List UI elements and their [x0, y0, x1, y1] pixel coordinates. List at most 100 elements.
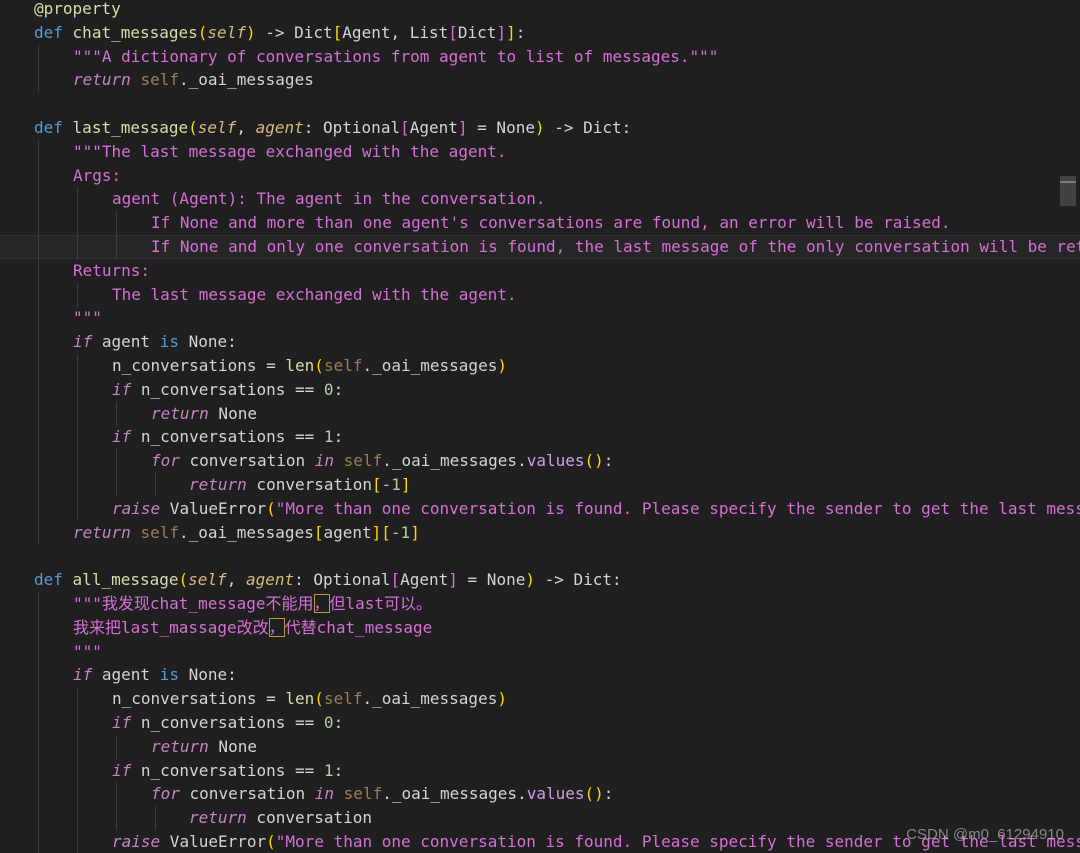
code-token: def	[34, 570, 63, 590]
code-line[interactable]: raise ValueError("More than one conversa…	[0, 496, 1080, 521]
code-token: ]	[448, 570, 458, 590]
code-line[interactable]: if n_conversations == 0:	[0, 711, 1080, 735]
code-token: :	[333, 713, 344, 732]
code-token: self	[140, 522, 179, 542]
indent-guide	[38, 687, 39, 712]
code-token: in	[314, 451, 335, 471]
code-line[interactable]: If None and more than one agent's conver…	[0, 211, 1080, 236]
indent-guide	[116, 236, 117, 260]
code-line[interactable]: for conversation in self._oai_messages.v…	[0, 782, 1080, 807]
code-token: -> Dict:	[534, 570, 622, 590]
code-line[interactable]	[0, 92, 1080, 116]
code-line[interactable]: return conversation[-1]	[0, 473, 1080, 497]
code-token: ，	[313, 594, 330, 613]
code-line[interactable]: if n_conversations == 0:	[0, 377, 1080, 402]
code-token: ,	[236, 118, 256, 137]
code-text: return None	[151, 402, 257, 426]
code-token: values	[526, 784, 585, 804]
code-token: ()	[584, 451, 604, 471]
code-line[interactable]: n_conversations = len(self._oai_messages…	[0, 687, 1080, 712]
indent-guide	[77, 734, 78, 759]
code-token: ]	[400, 475, 411, 494]
code-token: for	[151, 451, 180, 471]
code-token: :	[333, 427, 344, 447]
indent-guide	[116, 211, 117, 236]
code-line[interactable]: return None	[0, 734, 1080, 759]
code-text: for conversation in self._oai_messages.v…	[151, 449, 613, 473]
code-line[interactable]: """	[0, 639, 1080, 664]
code-line[interactable]: def chat_messages(self) -> Dict[Agent, L…	[0, 21, 1080, 45]
code-token: 0	[323, 713, 334, 732]
code-line[interactable]: def all_message(self, agent: Optional[Ag…	[0, 568, 1080, 592]
code-line[interactable]: if n_conversations == 1:	[0, 425, 1080, 450]
indent-guide	[116, 782, 117, 807]
indent-guide	[38, 782, 39, 807]
code-text: if n_conversations == 0:	[112, 378, 343, 402]
code-text: return conversation[-1]	[189, 473, 411, 497]
code-text: def all_message(self, agent: Optional[Ag…	[34, 568, 622, 592]
code-line[interactable]: 我来把last_massage改改，代替chat_message	[0, 615, 1080, 640]
code-token: return	[151, 736, 209, 756]
code-text: return self._oai_messages	[73, 68, 314, 92]
code-token: self	[323, 356, 363, 375]
code-line[interactable]: n_conversations = len(self._oai_messages…	[0, 354, 1080, 378]
code-token: """A dictionary of conversations from ag…	[73, 46, 719, 66]
code-line[interactable]: If None and only one conversation is fou…	[0, 235, 1080, 260]
code-token: def	[34, 22, 63, 42]
code-line[interactable]: if n_conversations == 1:	[0, 758, 1080, 783]
code-line[interactable]: for conversation in self._oai_messages.v…	[0, 449, 1080, 474]
code-text: raise ValueError("More than one conversa…	[112, 497, 1080, 521]
code-token: ]	[457, 118, 468, 137]
code-line[interactable]: if agent is None:	[0, 663, 1080, 688]
code-text: if agent is None:	[73, 663, 237, 687]
code-line[interactable]: """A dictionary of conversations from ag…	[0, 44, 1080, 69]
code-text: for conversation in self._oai_messages.v…	[151, 782, 613, 806]
code-line[interactable]: The last message exchanged with the agen…	[0, 282, 1080, 307]
indent-guide	[77, 187, 78, 212]
indent-guide	[38, 449, 39, 474]
code-line[interactable]: Args:	[0, 163, 1080, 188]
code-token: values	[526, 451, 585, 471]
code-token: agent	[255, 118, 304, 137]
code-token: (	[188, 118, 198, 137]
code-editor[interactable]: @property def chat_messages(self) -> Dict…	[0, 0, 1080, 853]
code-token: all_message	[72, 570, 179, 590]
code-line[interactable]: @property	[0, 0, 1080, 21]
code-line[interactable]: """	[0, 306, 1080, 331]
code-token: return	[73, 522, 131, 542]
code-text: """A dictionary of conversations from ag…	[73, 45, 718, 69]
code-text: @property	[34, 0, 121, 21]
indent-guide	[77, 354, 78, 378]
code-line[interactable]: """我发现chat_message不能用，但last可以。	[0, 592, 1080, 616]
indent-guide	[77, 401, 78, 426]
code-line[interactable]: return self._oai_messages	[0, 68, 1080, 93]
code-line[interactable]: def last_message(self, agent: Optional[A…	[0, 116, 1080, 140]
code-token: )	[497, 689, 507, 709]
code-line[interactable]: agent (Agent): The agent in the conversa…	[0, 187, 1080, 212]
code-token: [	[400, 118, 410, 137]
code-token: ._oai_messages	[362, 689, 498, 709]
indent-guide	[38, 806, 39, 831]
code-token: :	[515, 22, 526, 42]
code-line[interactable]: """The last message exchanged with the a…	[0, 139, 1080, 164]
code-token: n_conversations ==	[131, 427, 324, 447]
code-token: 0	[323, 379, 334, 399]
indent-guide	[38, 496, 39, 521]
code-line[interactable]: return self._oai_messages[agent][-1]	[0, 520, 1080, 545]
code-token: Agent	[400, 570, 449, 590]
code-token: conversation	[179, 784, 315, 804]
code-token: len	[285, 689, 315, 709]
code-line[interactable]	[0, 544, 1080, 568]
code-line[interactable]: if agent is None:	[0, 330, 1080, 355]
indent-guide	[38, 187, 39, 212]
code-text: If None and more than one agent's conver…	[151, 211, 951, 235]
code-token: ()	[584, 784, 604, 804]
indent-guide	[77, 711, 78, 735]
code-token: conversation	[246, 475, 373, 494]
code-text: """The last message exchanged with the a…	[73, 140, 506, 164]
code-line[interactable]: Returns:	[0, 258, 1080, 283]
code-token: ._oai_messages	[178, 70, 314, 90]
code-line[interactable]: return None	[0, 401, 1080, 426]
